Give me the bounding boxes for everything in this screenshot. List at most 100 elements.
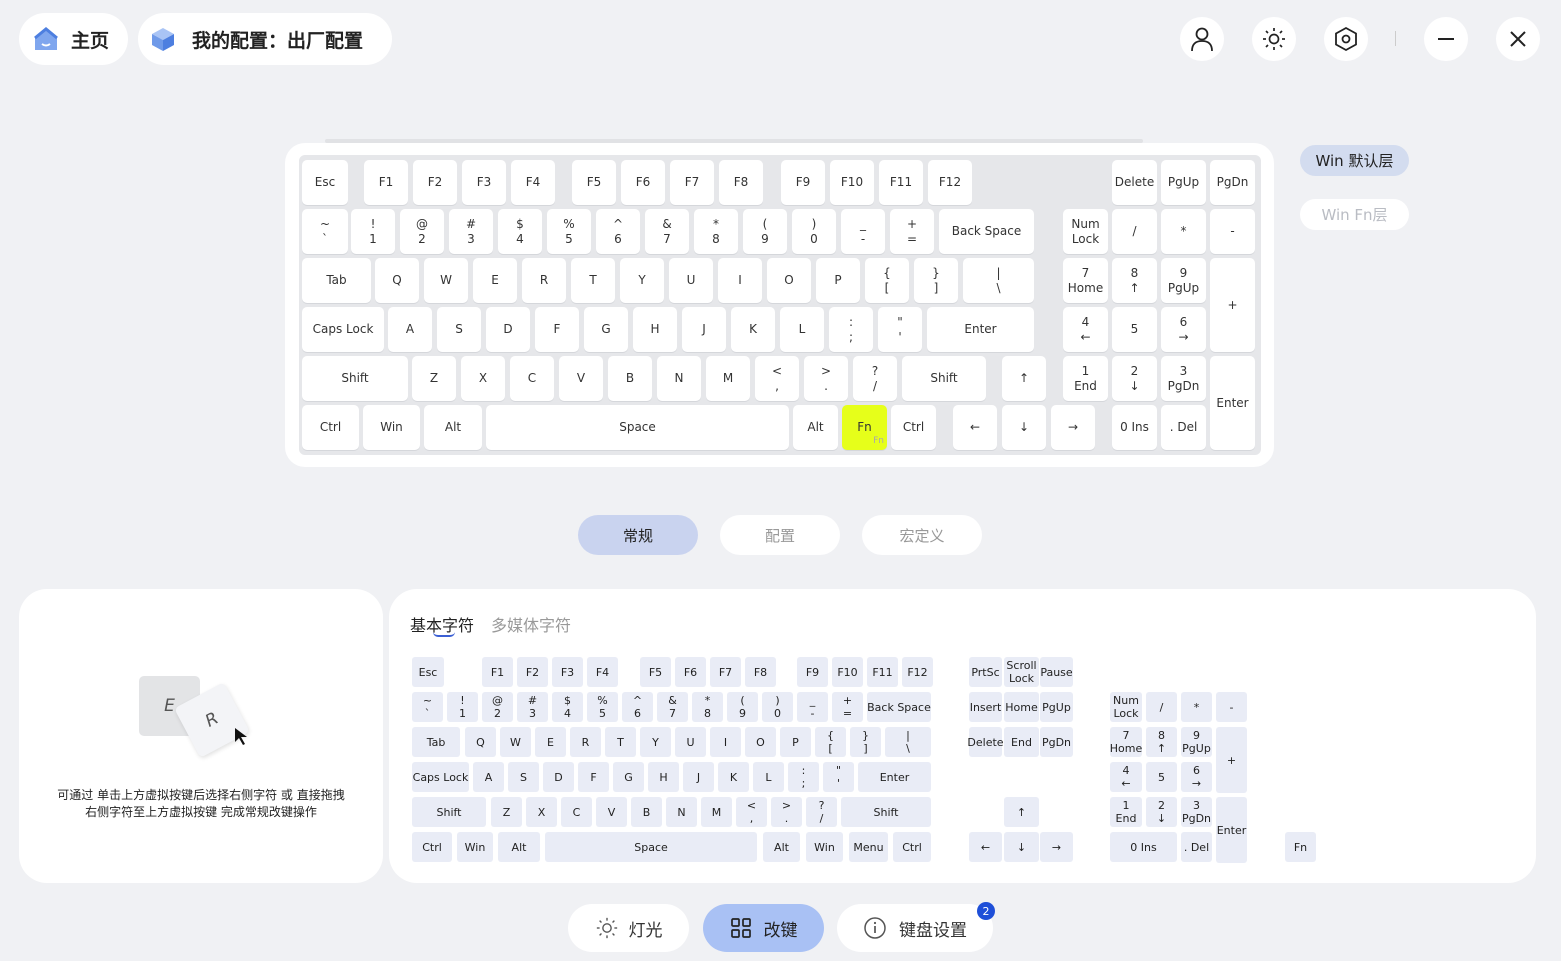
char-key-j[interactable]: J: [683, 762, 714, 792]
key-u[interactable]: U: [669, 258, 713, 303]
char-key-4[interactable]: 4 ←: [1110, 762, 1142, 792]
char-key-p[interactable]: P: [780, 727, 811, 757]
char-key-t[interactable]: T: [605, 727, 636, 757]
char-key-tab[interactable]: Tab: [412, 727, 460, 757]
key-sym[interactable]: *: [1161, 209, 1206, 254]
key-0[interactable]: ) 0: [792, 209, 836, 254]
key-sym[interactable]: ~ `: [302, 209, 348, 254]
brightness-button[interactable]: [1252, 17, 1296, 61]
char-key-sym[interactable]: ~ `: [412, 692, 443, 722]
char-key-shift[interactable]: Shift: [412, 797, 486, 827]
char-key-1-end[interactable]: 1 End: [1110, 797, 1142, 827]
char-key-ctrl[interactable]: Ctrl: [893, 832, 931, 862]
key-pgdn[interactable]: PgDn: [1210, 160, 1255, 205]
key-sym[interactable]: > .: [804, 356, 848, 401]
char-key-f7[interactable]: F7: [710, 657, 741, 687]
key-8[interactable]: 8 ↑: [1112, 258, 1157, 303]
key-f1[interactable]: F1: [364, 160, 408, 205]
key-9-pgup[interactable]: 9 PgUp: [1161, 258, 1206, 303]
char-key-esc[interactable]: Esc: [412, 657, 444, 687]
key-9[interactable]: ( 9: [743, 209, 787, 254]
char-key-win[interactable]: Win: [806, 832, 843, 862]
char-key-h[interactable]: H: [648, 762, 679, 792]
key-alt[interactable]: Alt: [424, 405, 482, 450]
key-numpad-plus[interactable]: +: [1210, 258, 1255, 352]
char-key-9[interactable]: ( 9: [727, 692, 758, 722]
key-sym[interactable]: ? /: [853, 356, 897, 401]
key-sym[interactable]: < ,: [755, 356, 799, 401]
char-key-sym[interactable]: < ,: [736, 797, 767, 827]
key-q[interactable]: Q: [375, 258, 419, 303]
char-key-num-lock[interactable]: Num Lock: [1110, 692, 1142, 722]
key-pgup[interactable]: PgUp: [1161, 160, 1206, 205]
key-z[interactable]: Z: [412, 356, 456, 401]
nav-remap[interactable]: 改键: [703, 904, 824, 952]
char-key-sym[interactable]: + =: [832, 692, 863, 722]
char-key-f8[interactable]: F8: [745, 657, 776, 687]
char-key-sym[interactable]: > .: [771, 797, 802, 827]
char-key-k[interactable]: K: [718, 762, 749, 792]
char-key-pgdn[interactable]: PgDn: [1040, 727, 1073, 757]
key-g[interactable]: G: [584, 307, 628, 352]
char-key-3-pgdn[interactable]: 3 PgDn: [1181, 797, 1212, 827]
key-shift[interactable]: Shift: [902, 356, 986, 401]
key-del[interactable]: . Del: [1161, 405, 1206, 450]
char-key-sym[interactable]: _ -: [797, 692, 828, 722]
char-key-alt[interactable]: Alt: [763, 832, 800, 862]
char-key-6[interactable]: ^ 6: [622, 692, 653, 722]
key-1-end[interactable]: 1 End: [1063, 356, 1108, 401]
key-h[interactable]: H: [633, 307, 677, 352]
key-w[interactable]: W: [424, 258, 468, 303]
char-key-f3[interactable]: F3: [552, 657, 583, 687]
char-key-scroll-lock[interactable]: Scroll Lock: [1004, 657, 1039, 687]
key-sym[interactable]: _ -: [841, 209, 885, 254]
key-f7[interactable]: F7: [670, 160, 714, 205]
key-ctrl[interactable]: Ctrl: [891, 405, 936, 450]
char-key-f6[interactable]: F6: [675, 657, 706, 687]
tab-media-chars[interactable]: 多媒体字符: [491, 612, 571, 636]
char-key-g[interactable]: G: [613, 762, 644, 792]
nav-keyboard-settings[interactable]: 键盘设置: [837, 904, 993, 952]
char-key-o[interactable]: O: [745, 727, 776, 757]
key-sym[interactable]: ↑: [1002, 356, 1046, 401]
char-key-f10[interactable]: F10: [832, 657, 863, 687]
char-key-8[interactable]: 8 ↑: [1146, 727, 1177, 757]
char-key-0[interactable]: ) 0: [762, 692, 793, 722]
char-key-5[interactable]: % 5: [587, 692, 618, 722]
key-v[interactable]: V: [559, 356, 603, 401]
key-ctrl[interactable]: Ctrl: [302, 405, 359, 450]
key-4[interactable]: $ 4: [498, 209, 542, 254]
char-key-r[interactable]: R: [570, 727, 601, 757]
key-5[interactable]: 5: [1112, 307, 1157, 352]
tab-macro[interactable]: 宏定义: [862, 515, 982, 555]
key-f2[interactable]: F2: [413, 160, 457, 205]
key-space[interactable]: Space: [486, 405, 789, 450]
user-button[interactable]: [1180, 17, 1224, 61]
key-5[interactable]: % 5: [547, 209, 591, 254]
key-1[interactable]: ! 1: [351, 209, 395, 254]
char-key-menu[interactable]: Menu: [849, 832, 888, 862]
char-key-c[interactable]: C: [561, 797, 592, 827]
char-key-1[interactable]: ! 1: [447, 692, 478, 722]
key-num-lock[interactable]: Num Lock: [1063, 209, 1108, 254]
tab-normal[interactable]: 常规: [578, 515, 698, 555]
char-key-ctrl[interactable]: Ctrl: [412, 832, 452, 862]
key-0-ins[interactable]: 0 Ins: [1112, 405, 1157, 450]
char-key-pause[interactable]: Pause: [1040, 657, 1073, 687]
char-key-delete[interactable]: Delete: [967, 727, 1004, 757]
key-numpad-enter[interactable]: Enter: [1210, 356, 1255, 450]
char-key-v[interactable]: V: [596, 797, 627, 827]
key-7[interactable]: & 7: [645, 209, 689, 254]
char-key-w[interactable]: W: [500, 727, 531, 757]
char-key-enter[interactable]: Enter: [858, 762, 931, 792]
key-sym[interactable]: } ]: [914, 258, 958, 303]
key-6[interactable]: 6 →: [1161, 307, 1206, 352]
key-sym[interactable]: | \: [963, 258, 1034, 303]
char-key-f[interactable]: F: [578, 762, 609, 792]
char-key-x[interactable]: X: [526, 797, 557, 827]
key-enter[interactable]: Enter: [927, 307, 1034, 352]
char-key-sym[interactable]: -: [1216, 692, 1247, 722]
key-3-pgdn[interactable]: 3 PgDn: [1161, 356, 1206, 401]
char-key-d[interactable]: D: [543, 762, 574, 792]
char-key-8[interactable]: * 8: [692, 692, 723, 722]
